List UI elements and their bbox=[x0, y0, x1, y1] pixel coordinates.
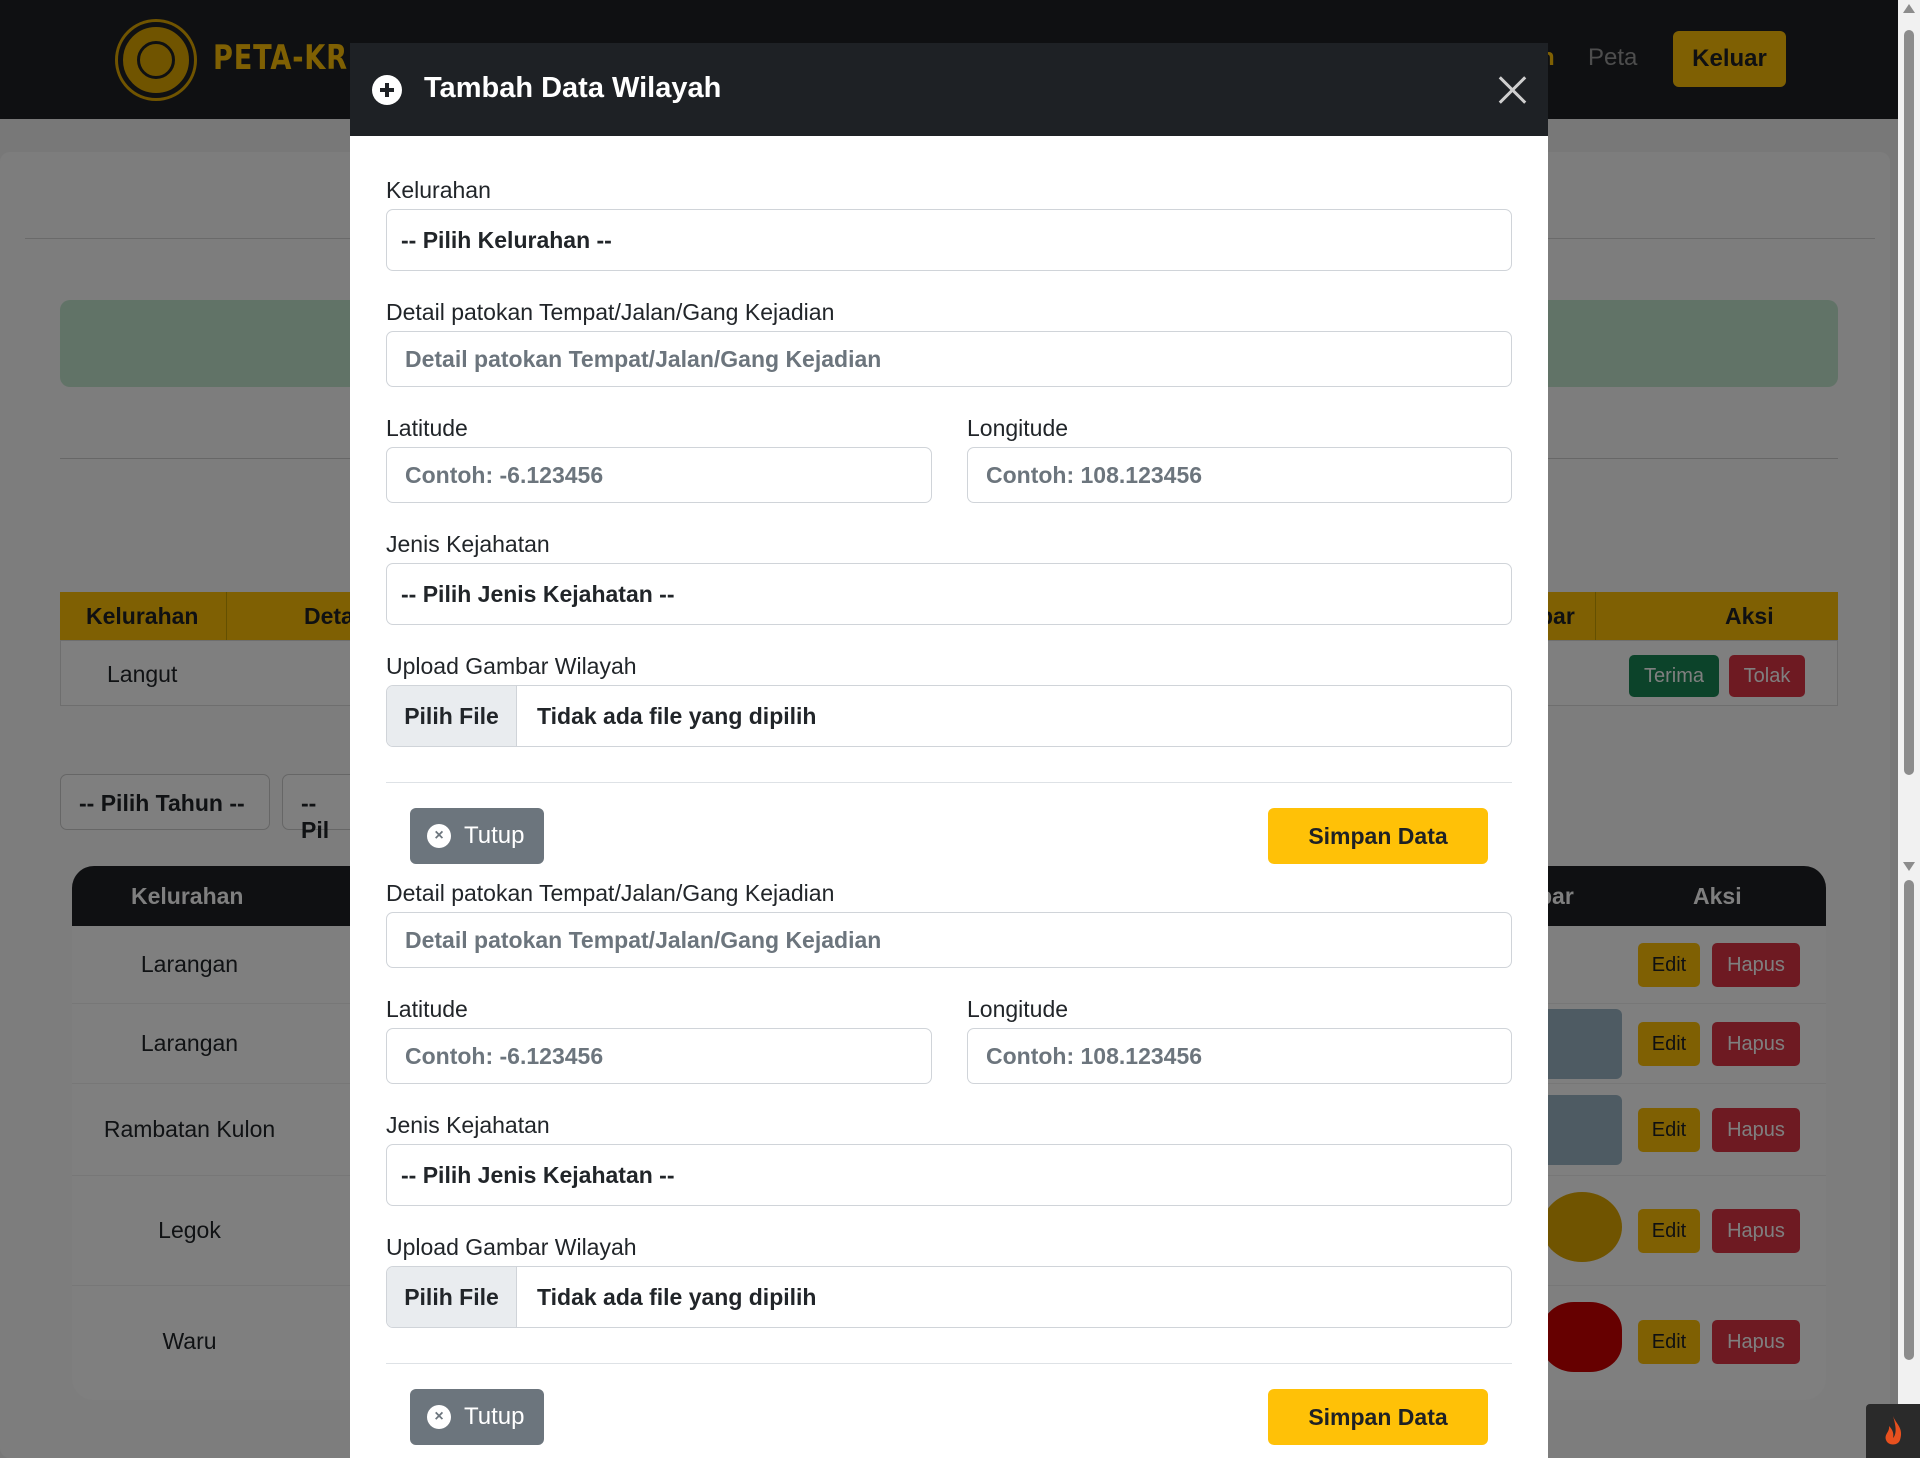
latitude-label: Latitude bbox=[386, 996, 468, 1022]
file-upload-input[interactable]: Pilih File Tidak ada file yang dipilih bbox=[386, 1266, 1512, 1328]
longitude-label: Longitude bbox=[967, 415, 1069, 441]
scrollbar-thumb[interactable] bbox=[1904, 30, 1914, 775]
divider bbox=[386, 782, 1512, 783]
close-circle-icon: × bbox=[427, 824, 451, 848]
scrollbar[interactable] bbox=[1898, 0, 1920, 1458]
latitude-input[interactable]: Contoh: -6.123456 bbox=[386, 1028, 932, 1084]
close-button[interactable]: × Tutup bbox=[410, 808, 544, 864]
file-status-text: Tidak ada file yang dipilih bbox=[537, 703, 817, 729]
kelurahan-label: Kelurahan bbox=[386, 177, 491, 203]
longitude-label: Longitude bbox=[967, 996, 1069, 1022]
kelurahan-select[interactable]: -- Pilih Kelurahan -- bbox=[386, 209, 1512, 271]
flame-icon[interactable] bbox=[1866, 1404, 1920, 1458]
scrollbar-thumb[interactable] bbox=[1904, 880, 1914, 1360]
file-status-text: Tidak ada file yang dipilih bbox=[537, 1284, 817, 1310]
latitude-input[interactable]: Contoh: -6.123456 bbox=[386, 447, 932, 503]
upload-label: Upload Gambar Wilayah bbox=[386, 653, 637, 679]
longitude-input[interactable]: Contoh: 108.123456 bbox=[967, 1028, 1512, 1084]
save-button[interactable]: Simpan Data bbox=[1268, 808, 1488, 864]
choose-file-button[interactable]: Pilih File bbox=[387, 1267, 517, 1327]
scroll-up-arrow-icon[interactable] bbox=[1903, 4, 1915, 13]
longitude-input[interactable]: Contoh: 108.123456 bbox=[967, 447, 1512, 503]
close-button-label: Tutup bbox=[464, 1403, 525, 1430]
close-button[interactable]: × Tutup bbox=[410, 1389, 544, 1445]
detail-label: Detail patokan Tempat/Jalan/Gang Kejadia… bbox=[386, 299, 835, 325]
modal-title: Tambah Data Wilayah bbox=[424, 72, 722, 104]
detail-label: Detail patokan Tempat/Jalan/Gang Kejadia… bbox=[386, 880, 835, 906]
detail-input[interactable]: Detail patokan Tempat/Jalan/Gang Kejadia… bbox=[386, 331, 1512, 387]
crime-type-select[interactable]: -- Pilih Jenis Kejahatan -- bbox=[386, 563, 1512, 625]
close-circle-icon: × bbox=[427, 1405, 451, 1429]
upload-label: Upload Gambar Wilayah bbox=[386, 1234, 637, 1260]
latitude-label: Latitude bbox=[386, 415, 468, 441]
crime-type-select[interactable]: -- Pilih Jenis Kejahatan -- bbox=[386, 1144, 1512, 1206]
crime-type-label: Jenis Kejahatan bbox=[386, 531, 550, 557]
file-upload-input[interactable]: Pilih File Tidak ada file yang dipilih bbox=[386, 685, 1512, 747]
detail-input[interactable]: Detail patokan Tempat/Jalan/Gang Kejadia… bbox=[386, 912, 1512, 968]
choose-file-button[interactable]: Pilih File bbox=[387, 686, 517, 746]
plus-circle-icon bbox=[372, 75, 402, 105]
save-button[interactable]: Simpan Data bbox=[1268, 1389, 1488, 1445]
crime-type-label: Jenis Kejahatan bbox=[386, 1112, 550, 1138]
close-button-label: Tutup bbox=[464, 822, 525, 849]
add-region-modal: Tambah Data Wilayah Kelurahan -- Pilih K… bbox=[350, 43, 1548, 1458]
divider bbox=[386, 1363, 1512, 1364]
close-icon[interactable] bbox=[1495, 72, 1529, 106]
modal-header: Tambah Data Wilayah bbox=[350, 43, 1548, 136]
scroll-down-arrow-icon[interactable] bbox=[1903, 862, 1915, 871]
